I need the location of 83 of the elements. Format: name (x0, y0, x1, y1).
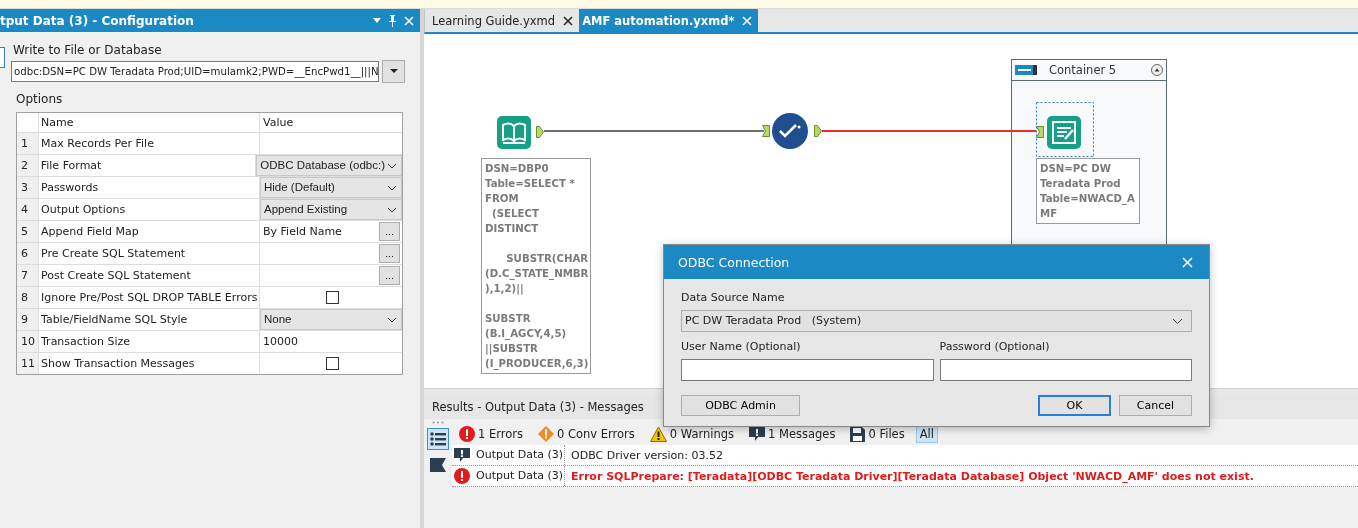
options-label: Options (16, 92, 64, 106)
value-field[interactable]: ... (260, 265, 402, 286)
filter-toggle[interactable]: 1 Errors (455, 424, 527, 444)
option-name: Max Records Per File (39, 133, 260, 154)
chevron-icon (387, 185, 397, 191)
chevron-icon (387, 163, 397, 169)
close-icon[interactable] (563, 15, 574, 26)
list-icon[interactable] (427, 428, 449, 450)
column-header: Name (39, 113, 260, 132)
row-number: 2 (17, 155, 39, 176)
connection-field[interactable]: odbc:DSN=PC DW Teradata Prod;UID=mulamk2;PWD=__EncPwd1__|||N (11, 61, 379, 82)
value-field[interactable]: By Field Name ... (260, 221, 402, 242)
filter-toggle[interactable]: 0 Warnings (645, 424, 739, 444)
password-field[interactable] (939, 359, 1192, 381)
more-icon[interactable] (432, 421, 444, 424)
option-name: Pre Create SQL Statement (39, 243, 260, 264)
filter-toggle[interactable]: 1 Messages (745, 424, 840, 444)
output-anchor-icon[interactable] (536, 126, 544, 138)
dialog-button[interactable]: OK (1038, 395, 1111, 416)
dialog-button[interactable]: ODBC Admin (681, 395, 800, 416)
panel-title: tput Data (3) - Configuration (0, 13, 194, 28)
error-icon (459, 426, 475, 442)
connection-dropdown-button[interactable] (382, 60, 405, 83)
checkbox[interactable] (326, 357, 339, 370)
warning-icon (649, 426, 667, 442)
checkmark-circle-icon[interactable] (772, 113, 808, 149)
message-text: Error SQLPrepare: [Teradata][ODBC Teradata Driver][Teradata Database] Object 'NWACD_AMF' does not exist. (570, 469, 1254, 483)
pin-icon[interactable] (388, 14, 397, 27)
output-anchor-icon[interactable] (814, 125, 822, 137)
chevron-icon (1172, 318, 1183, 325)
user-name-field[interactable] (681, 359, 934, 381)
option-name: File Format (38, 155, 257, 176)
message-source: Output Data (3) (472, 445, 565, 465)
tool-annotation: DSN=DBP0 Table=SELECT * FROM (SELECT DISTINCT SUBSTR(CHAR (D.C_STATE_NMBR ),1,2)|| SUBSTR (B.I_AGCY,4,5) ||SUBSTR (I_PRODUCER,6,3) (481, 158, 591, 374)
filter-toggle[interactable]: 0 Conv Errors (534, 424, 639, 444)
write-label: Write to File or Database (13, 43, 163, 57)
value-dropdown[interactable]: None (260, 309, 402, 330)
value-field[interactable] (260, 133, 402, 154)
dialog-title: ODBC Connection (678, 254, 790, 270)
filter-toggle[interactable]: 0 Files (846, 424, 909, 444)
value-field[interactable]: 10000 (260, 331, 402, 352)
caret-icon (389, 69, 398, 74)
value-dropdown[interactable]: Append Existing (260, 199, 402, 220)
input-anchor-icon[interactable] (1036, 126, 1044, 138)
field-label: Data Source Name (681, 291, 786, 304)
dialog-button[interactable]: Cancel (1119, 395, 1192, 416)
message-source: Output Data (3) (472, 466, 565, 486)
option-name: Transaction Size (39, 331, 260, 352)
collapse-icon[interactable] (1151, 64, 1163, 76)
document-tab[interactable]: AMF automation.yxmd* (579, 9, 759, 32)
checkbox[interactable] (326, 291, 339, 304)
value-text: By Field Name (262, 224, 342, 240)
value-dropdown[interactable]: ODBC Database (odbc:) (256, 155, 402, 176)
option-name: Show Transaction Messages (39, 353, 260, 374)
option-name: Output Options (39, 199, 260, 220)
message-text: ODBC Driver version: 03.52 (570, 448, 723, 462)
document-tab[interactable]: Learning Guide.yxmd (429, 9, 580, 32)
value-dropdown[interactable]: Hide (Default) (260, 177, 402, 198)
browse-button[interactable]: ... (379, 222, 400, 241)
book-icon[interactable] (496, 114, 532, 150)
option-name: Table/FieldName SQL Style (39, 309, 260, 330)
option-name: Ignore Pre/Post SQL DROP TABLE Errors (39, 287, 260, 308)
option-name: Append Field Map (39, 221, 260, 242)
message-icon (749, 426, 766, 442)
results-title: Results - Output Data (3) - Messages (432, 400, 644, 414)
field-label: Password (Optional) (939, 340, 1051, 353)
document-edit-icon[interactable] (1036, 102, 1094, 157)
panel-edge-tab[interactable] (0, 47, 5, 68)
input-anchor-icon[interactable] (762, 125, 770, 137)
chevron-icon (387, 317, 397, 323)
container-title: Container 5 (1049, 63, 1118, 77)
browse-button[interactable]: ... (379, 244, 400, 263)
data-source-dropdown[interactable]: PC DW Teradata Prod (System) (681, 310, 1192, 332)
chevron-icon (387, 207, 397, 213)
option-name: Post Create SQL Statement (39, 265, 260, 286)
dropdown-icon[interactable] (373, 17, 381, 24)
value-field[interactable]: ... (260, 243, 402, 264)
tool-annotation: DSN=PC DW Teradata Prod Table=NWACD_A MF (1036, 158, 1140, 224)
container-toggle-icon[interactable] (1015, 65, 1037, 75)
diamond-alert-icon (538, 426, 554, 442)
field-label: User Name (Optional) (681, 340, 802, 353)
option-name: Passwords (39, 177, 260, 198)
browse-button[interactable]: ... (379, 266, 400, 285)
